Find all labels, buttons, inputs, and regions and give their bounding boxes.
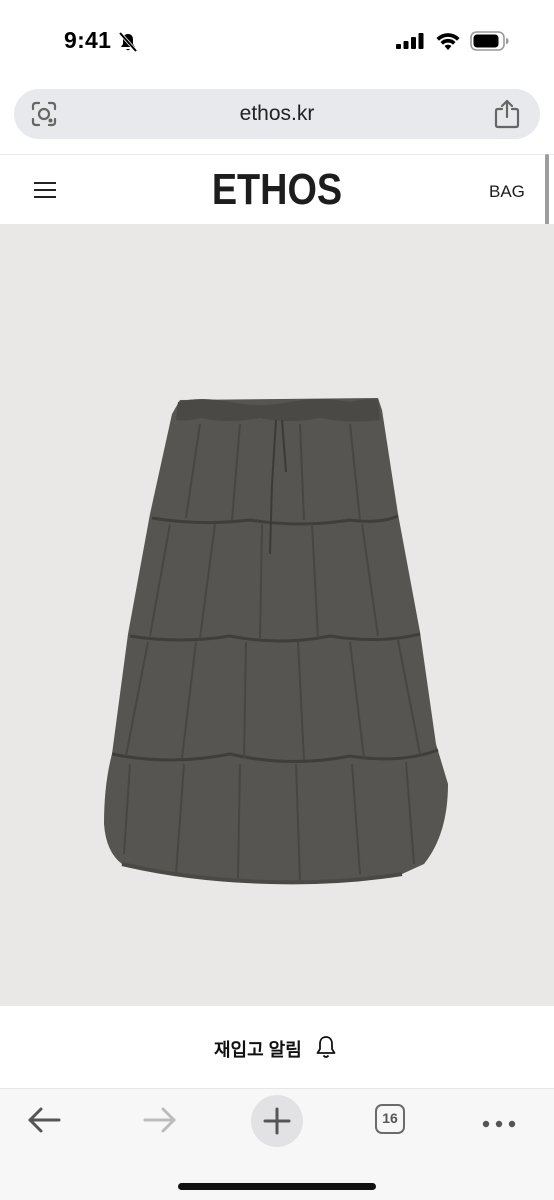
forward-arrow-icon[interactable] bbox=[142, 1105, 178, 1140]
restock-alert-label[interactable]: 재입고 알림 bbox=[214, 1036, 302, 1062]
home-indicator[interactable] bbox=[178, 1183, 376, 1190]
address-bar[interactable]: ethos.kr bbox=[14, 89, 540, 139]
restock-alert-button[interactable]: 재입고 알림 bbox=[0, 1006, 554, 1089]
battery-icon bbox=[470, 31, 510, 56]
site-header: ETHOS BAG bbox=[0, 154, 554, 225]
more-icon[interactable] bbox=[482, 1116, 516, 1134]
skirt-illustration bbox=[104, 398, 448, 885]
share-icon[interactable] bbox=[493, 98, 521, 135]
site-logo[interactable]: ETHOS bbox=[39, 165, 515, 215]
status-bar: 9:41 bbox=[0, 0, 554, 80]
back-arrow-icon[interactable] bbox=[26, 1105, 62, 1140]
cellular-signal-icon bbox=[396, 33, 426, 54]
status-time: 9:41 bbox=[64, 27, 112, 53]
tabs-count-button[interactable]: 16 bbox=[375, 1104, 405, 1134]
plus-icon bbox=[263, 1107, 291, 1135]
bell-slash-icon bbox=[117, 31, 139, 58]
product-image[interactable] bbox=[0, 224, 554, 1006]
bell-icon[interactable] bbox=[315, 1035, 337, 1064]
new-tab-button[interactable] bbox=[251, 1095, 303, 1147]
url-text[interactable]: ethos.kr bbox=[14, 102, 540, 126]
wifi-icon bbox=[435, 31, 461, 55]
bag-link[interactable]: BAG bbox=[489, 182, 525, 202]
